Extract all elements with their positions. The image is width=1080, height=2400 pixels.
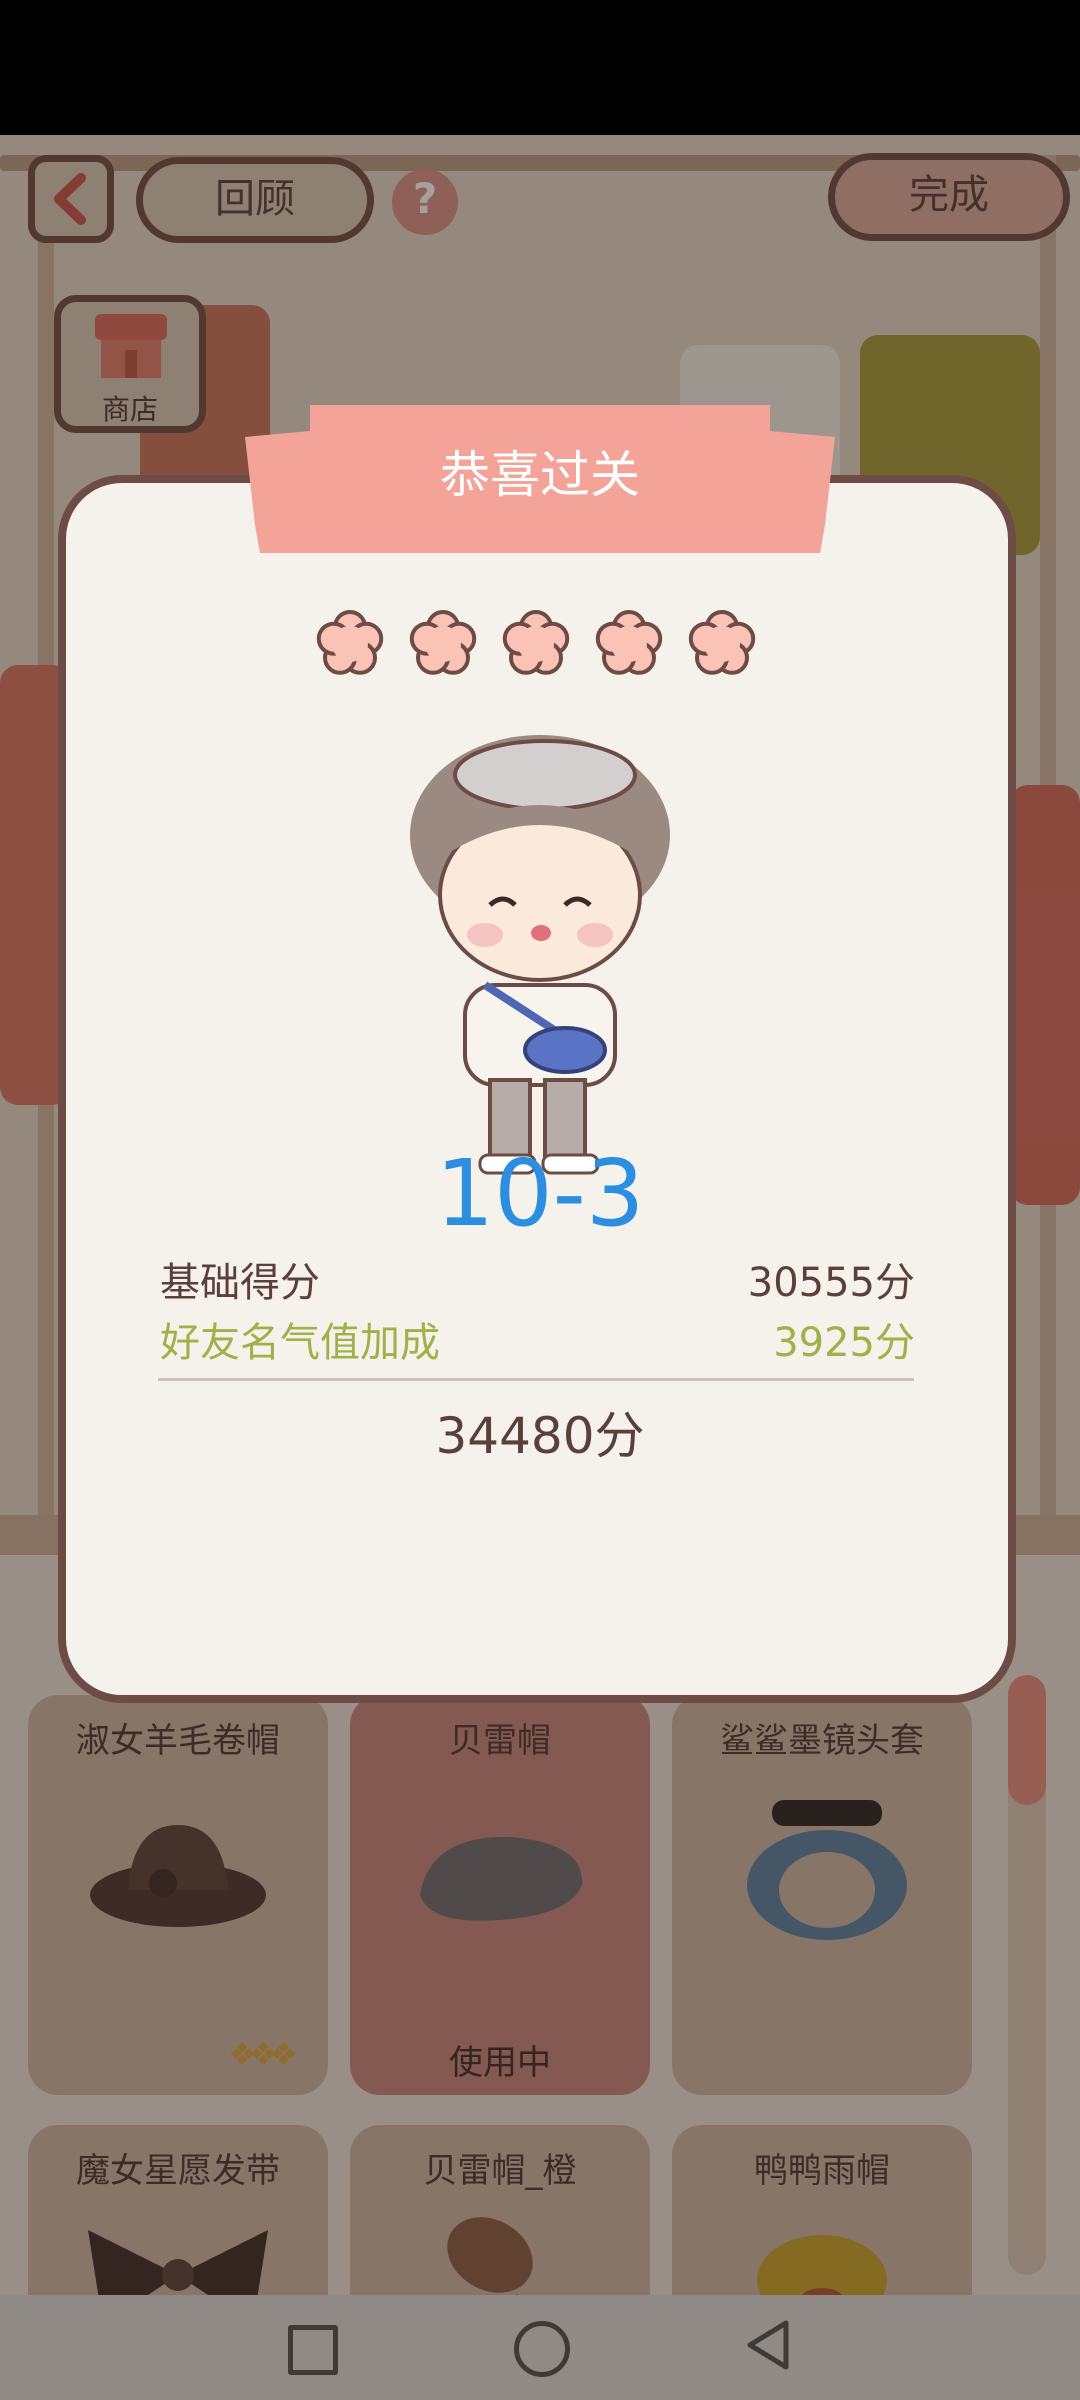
star-icon: [688, 610, 756, 675]
star-icon: [502, 610, 570, 675]
system-nav-bar: [0, 2295, 1080, 2400]
bonus-value: 3925分: [773, 1320, 915, 1366]
divider: [158, 1378, 914, 1381]
character-portrait: [410, 735, 670, 1175]
star-icon: [409, 610, 477, 675]
status-bar: [0, 0, 1080, 135]
bonus-label: 好友名气值加成: [160, 1320, 440, 1366]
back-nav-icon[interactable]: [742, 2317, 794, 2373]
recent-apps-icon[interactable]: [288, 2325, 338, 2375]
total-score: 34480分: [435, 1407, 645, 1465]
star-icon: [595, 610, 663, 675]
level-number: 10-3: [435, 1140, 645, 1247]
star-icon: [316, 610, 384, 675]
base-score-value: 30555分: [747, 1260, 915, 1306]
home-icon[interactable]: [514, 2321, 570, 2377]
star-rating: [312, 604, 768, 684]
dialog-title: 恭喜过关: [440, 446, 640, 504]
base-score-label: 基础得分: [160, 1260, 320, 1306]
